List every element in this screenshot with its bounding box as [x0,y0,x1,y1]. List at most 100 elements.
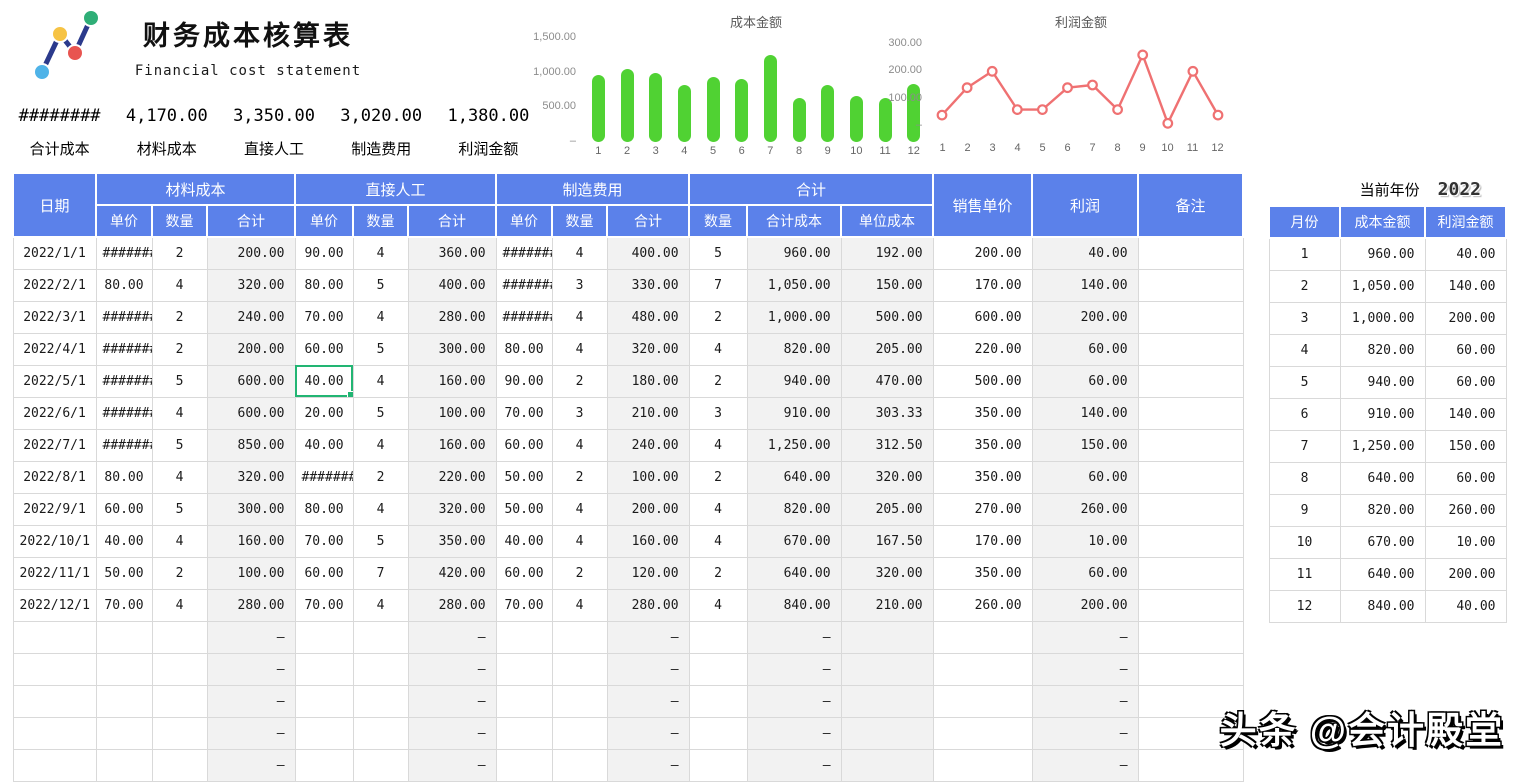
cell[interactable] [1138,365,1243,397]
cell[interactable]: 270.00 [933,493,1032,525]
cell[interactable]: 350.00 [933,461,1032,493]
cell[interactable] [96,685,152,717]
cell[interactable]: 167.50 [841,525,933,557]
cell[interactable]: 820.00 [1340,334,1425,366]
cell[interactable]: 350.00 [933,397,1032,429]
cell[interactable]: 360.00 [408,237,496,269]
cell[interactable]: 3 [689,397,747,429]
cell[interactable]: ####### [96,301,152,333]
cell[interactable]: 2 [552,557,607,589]
cell[interactable]: 60.00 [295,333,353,365]
cell[interactable]: – [408,717,496,749]
cell[interactable]: 200.00 [1425,558,1506,590]
cell[interactable]: 60.00 [496,429,552,461]
cell[interactable] [933,749,1032,781]
col-header-direct-labor[interactable]: 直接人工 [295,173,496,205]
sub-header[interactable]: 合计 [207,205,295,237]
cell[interactable]: 4 [353,589,408,621]
cell[interactable]: 350.00 [408,525,496,557]
cell[interactable]: 4 [1269,334,1340,366]
side-header-cost-amount[interactable]: 成本金额 [1340,206,1425,238]
cell[interactable]: 50.00 [496,461,552,493]
cell[interactable]: 40.00 [295,429,353,461]
cell[interactable] [353,749,408,781]
cell[interactable]: 820.00 [747,493,841,525]
cell[interactable] [96,653,152,685]
cell[interactable]: 50.00 [96,557,152,589]
cell[interactable]: 940.00 [747,365,841,397]
cell[interactable]: – [747,621,841,653]
cell[interactable] [841,717,933,749]
current-year-value[interactable]: 2022 [1438,179,1481,200]
cell[interactable]: 820.00 [747,333,841,365]
cell[interactable]: 80.00 [496,333,552,365]
cell[interactable]: 170.00 [933,525,1032,557]
cell[interactable] [295,749,353,781]
cell[interactable]: 2022/1/1 [13,237,96,269]
sub-header[interactable]: 数量 [552,205,607,237]
cell[interactable]: 200.00 [1032,301,1138,333]
cell[interactable]: – [408,621,496,653]
cell[interactable]: 960.00 [1340,238,1425,270]
cell[interactable]: 670.00 [747,525,841,557]
cell[interactable]: 420.00 [408,557,496,589]
cell[interactable] [96,621,152,653]
cell[interactable]: – [408,749,496,781]
cell[interactable]: – [1032,717,1138,749]
cell[interactable] [933,717,1032,749]
cell[interactable]: 170.00 [933,269,1032,301]
cell[interactable]: 2022/6/1 [13,397,96,429]
cell[interactable]: 4 [152,461,207,493]
cell[interactable]: 2 [152,557,207,589]
cell[interactable]: 180.00 [607,365,689,397]
cell[interactable]: 160.00 [207,525,295,557]
cell[interactable]: ####### [96,333,152,365]
cell[interactable]: – [207,717,295,749]
cell[interactable] [13,685,96,717]
cell[interactable]: 260.00 [1425,494,1506,526]
col-header-material-cost[interactable]: 材料成本 [96,173,295,205]
cell[interactable] [1138,237,1243,269]
cell[interactable]: 600.00 [207,365,295,397]
cell[interactable]: 4 [353,429,408,461]
cell[interactable] [152,749,207,781]
col-header-remark[interactable]: 备注 [1138,173,1243,237]
cell[interactable]: 100.00 [607,461,689,493]
cell[interactable]: – [747,749,841,781]
cell[interactable]: 4 [353,365,408,397]
cell[interactable] [496,749,552,781]
cell[interactable]: 320.00 [841,557,933,589]
cell[interactable] [689,621,747,653]
cell[interactable]: 1,250.00 [747,429,841,461]
cell[interactable]: 205.00 [841,333,933,365]
cell[interactable]: 280.00 [207,589,295,621]
cell[interactable]: 400.00 [607,237,689,269]
cell[interactable]: 140.00 [1425,270,1506,302]
cell[interactable]: 280.00 [607,589,689,621]
cell[interactable]: 400.00 [408,269,496,301]
cell[interactable]: 1,050.00 [1340,270,1425,302]
cell[interactable]: 320.00 [408,493,496,525]
cell[interactable] [13,621,96,653]
cell[interactable] [1138,301,1243,333]
cell[interactable]: 4 [152,525,207,557]
cell[interactable]: 4 [689,429,747,461]
cell[interactable]: 60.00 [295,557,353,589]
cell[interactable]: 312.50 [841,429,933,461]
cell[interactable]: 200.00 [933,237,1032,269]
cell[interactable] [1138,333,1243,365]
col-header-sale-price[interactable]: 销售单价 [933,173,1032,237]
cell[interactable]: 160.00 [408,365,496,397]
cell[interactable]: – [607,749,689,781]
cell[interactable]: 80.00 [295,269,353,301]
sub-header[interactable]: 单价 [295,205,353,237]
cell[interactable]: 60.00 [1032,557,1138,589]
cell[interactable]: 300.00 [408,333,496,365]
cell[interactable]: 2022/4/1 [13,333,96,365]
cell[interactable]: 140.00 [1425,398,1506,430]
cell[interactable]: 640.00 [747,557,841,589]
cell[interactable]: 140.00 [1032,269,1138,301]
cell[interactable]: 2022/12/1 [13,589,96,621]
cell[interactable]: 240.00 [207,301,295,333]
cell[interactable]: 500.00 [933,365,1032,397]
